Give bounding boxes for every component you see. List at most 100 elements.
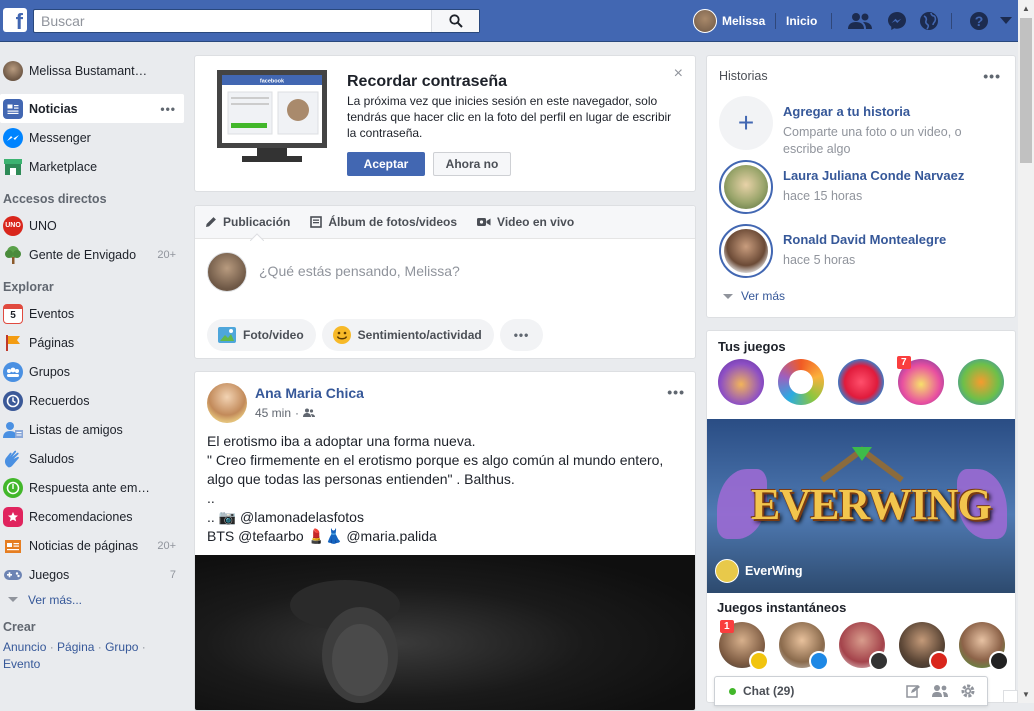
post-time[interactable]: 45 min [255,406,291,420]
profile-link[interactable]: Melissa [722,0,765,42]
sidebar-see-more-link[interactable]: Ver más... [0,589,184,611]
add-story-item[interactable]: + Agregar a tu historia Comparte una fot… [719,96,1009,156]
feeling-activity-button[interactable]: Sentimiento/actividad [321,319,494,351]
chat-settings-gear-icon[interactable] [959,683,977,699]
post-author-avatar[interactable] [207,383,247,423]
candy-crush-icon[interactable] [838,359,884,405]
user-avatar[interactable] [693,9,717,33]
sidebar-item-messenger[interactable]: Messenger [0,123,184,152]
stories-see-more-link[interactable]: Ver más [723,289,785,303]
composer-input[interactable]: ¿Qué estás pensando, Melissa? [259,263,460,279]
story-item[interactable]: Ronald David Montealegre hace 5 horas [719,224,1009,280]
friend-requests-icon[interactable] [848,10,872,32]
story-avatar [719,160,773,214]
accept-button[interactable]: Aceptar [347,152,425,176]
sidebar-item-recuerdos[interactable]: Recuerdos [0,386,184,415]
everwing-banner[interactable]: EVERWING EverWing [707,419,1015,593]
sidebar-item-saludos[interactable]: Saludos [0,444,184,473]
chevron-down-icon [723,294,733,299]
remember-password-text: La próxima vez que inicies sesión en est… [347,94,672,140]
create-anuncio-link[interactable]: Anuncio [3,640,46,654]
post-text-line: algo que todas las personas entienden" .… [207,471,515,487]
sidebar-item-recomendaciones[interactable]: Recomendaciones [0,502,184,531]
post-text: El erotismo iba a adoptar una forma nuev… [207,432,682,546]
scroll-down-arrow-icon[interactable]: ▼ [1021,690,1031,700]
home-link[interactable]: Inicio [786,0,817,42]
composer-avatar[interactable] [207,252,247,292]
sidebar-item-label: Páginas [29,335,75,350]
sidebar-item-marketplace[interactable]: Marketplace [0,152,184,181]
post-author-name[interactable]: Ana Maria Chica [255,385,364,401]
tab-live-video[interactable]: Video en vivo [477,215,574,229]
not-now-button[interactable]: Ahora no [433,152,511,176]
flag-icon [3,333,23,353]
help-question-icon[interactable]: ? [967,10,991,32]
messenger-icon [3,127,23,148]
hero-game-icon[interactable] [718,359,764,405]
sidebar-item-gente-de-envigado[interactable]: Gente de Envigado 20+ [0,240,184,269]
sidebar-item-label: Recuerdos [29,393,90,408]
your-games-heading: Tus juegos [718,339,786,354]
sidebar-item-paginas[interactable]: Páginas [0,328,184,357]
photo-icon [217,325,237,345]
messenger-icon[interactable] [885,10,909,32]
create-links: Anuncio · Página · Grupo · Evento [3,640,146,671]
sidebar-item-label: UNO [29,218,57,233]
game-badge-icon [809,651,829,671]
marketplace-icon [3,157,23,177]
sidebar-profile-name: Melissa Bustamant… [29,63,148,78]
create-grupo-link[interactable]: Grupo [105,640,138,654]
sidebar-item-uno[interactable]: UNO UNO [0,211,184,240]
stories-options-icon[interactable]: ••• [983,68,1001,84]
account-menu-arrow-icon[interactable] [998,10,1014,32]
close-icon[interactable]: × [674,65,683,83]
post-image[interactable] [195,555,695,710]
farm-heroes-icon[interactable] [958,359,1004,405]
sidebar-item-juegos[interactable]: Juegos 7 [0,560,184,589]
create-evento-link[interactable]: Evento [3,657,40,671]
sidebar-item-respuesta-ante-emergencias[interactable]: Respuesta ante em… [0,473,184,502]
sidebar-item-listas-de-amigos[interactable]: Listas de amigos [0,415,184,444]
trivia-face-icon[interactable] [778,359,824,405]
laptop-brand-text: facebook [260,79,285,85]
game-badge-icon [869,651,889,671]
sidebar-item-noticias[interactable]: Noticias ••• [0,94,184,123]
online-status-dot [729,688,736,695]
sidebar-item-noticias-de-paginas[interactable]: Noticias de páginas 20+ [0,531,184,560]
photo-video-button[interactable]: Foto/video [207,319,316,351]
new-message-icon[interactable] [904,683,922,699]
create-pagina-link[interactable]: Página [57,640,94,654]
games-card: Tus juegos 7 EVERWING EverWing Juegos in… [706,330,1016,703]
sidebar-item-options-icon[interactable]: ••• [160,102,176,116]
sidebar-item-label: Noticias [29,101,78,116]
tab-publicacion[interactable]: Publicación [205,215,290,229]
story-time: hace 15 horas [783,189,863,203]
tab-label: Publicación [223,215,291,229]
notifications-globe-icon[interactable] [917,10,941,32]
tab-album[interactable]: Álbum de fotos/videos [310,215,457,229]
story-author: Ronald David Montealegre [783,232,947,247]
sidebar-item-grupos[interactable]: Grupos [0,357,184,386]
scroll-thumb[interactable] [1020,18,1032,163]
search-button[interactable] [431,10,479,32]
feed-post: Ana Maria Chica 45 min · ••• El erotismo… [194,371,696,711]
post-composer: Publicación Álbum de fotos/videos Video … [194,205,696,359]
facebook-logo[interactable]: f [3,8,27,32]
more-options-button[interactable]: ••• [499,319,544,351]
pencil-icon [206,217,216,227]
story-time: hace 5 horas [783,253,856,267]
everwing-name[interactable]: EverWing [745,564,803,578]
create-group-icon[interactable] [931,683,949,699]
story-item[interactable]: Laura Juliana Conde Narvaez hace 15 hora… [719,160,1009,216]
sidebar-profile[interactable]: Melissa Bustamant… [0,56,184,85]
friends-icon[interactable] [303,408,316,418]
feeling-activity-label: Sentimiento/actividad [357,328,482,342]
chat-bar[interactable]: Chat (29) [714,676,988,706]
sidebar-item-count: 20+ [157,248,176,261]
scroll-up-arrow-icon[interactable]: ▲ [1021,4,1031,14]
explore-heading: Explorar [3,280,54,294]
search-input[interactable] [34,10,434,32]
sidebar-item-eventos[interactable]: 5 Eventos [0,299,184,328]
post-options-icon[interactable]: ••• [667,384,685,400]
sidebar-toggle-stub[interactable] [1003,690,1018,703]
